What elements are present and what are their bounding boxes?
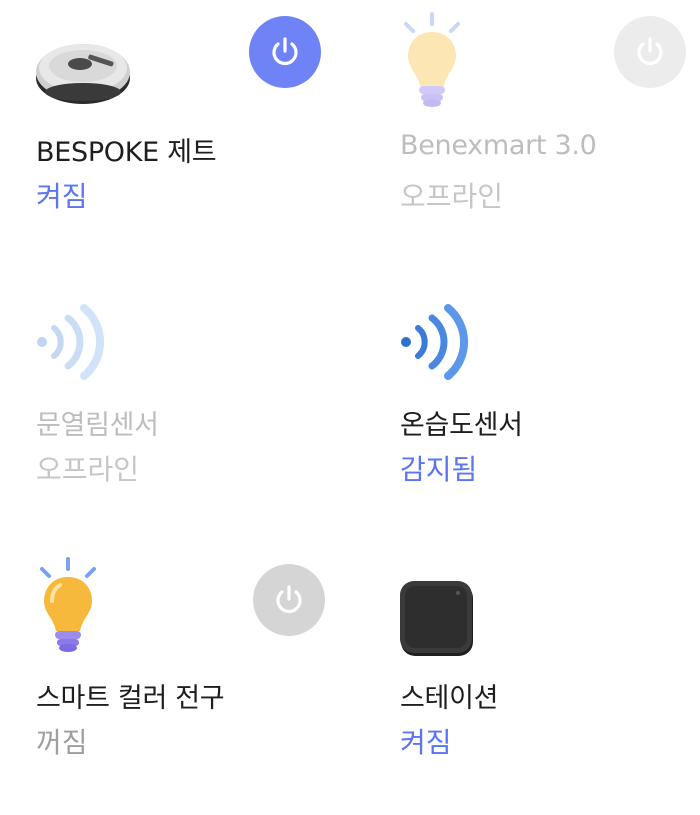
wireless-sensor-icon [401, 304, 468, 380]
device-card-smart-color-bulb[interactable]: 스마트 컬러 전구 꺼짐 [36, 557, 366, 815]
power-icon [276, 585, 302, 614]
power-button[interactable] [614, 16, 686, 88]
device-status: 감지됨 [400, 453, 478, 486]
robot-vacuum-icon [36, 44, 130, 104]
wireless-sensor-icon [37, 304, 104, 380]
device-status: 오프라인 [36, 453, 140, 486]
light-bulb-icon [40, 557, 96, 652]
power-button[interactable] [253, 564, 325, 636]
device-name: 스테이션 [400, 683, 499, 714]
light-bulb-icon [404, 12, 460, 107]
device-status: 켜짐 [36, 180, 88, 213]
power-icon [637, 37, 663, 66]
device-name: 온습도센서 [400, 410, 523, 441]
device-name: 문열림센서 [36, 410, 159, 441]
device-status: 켜짐 [400, 726, 452, 759]
power-icon [272, 37, 298, 66]
device-status: 오프라인 [400, 180, 504, 213]
device-card-benexmart[interactable]: Benexmart 3.0 오프라인 [400, 12, 700, 270]
device-card-station[interactable]: 스테이션 켜짐 [400, 565, 700, 815]
device-name: Benexmart 3.0 [400, 130, 597, 161]
station-hub-icon [400, 581, 473, 656]
device-card-door-sensor[interactable]: 문열림센서 오프라인 [36, 300, 366, 550]
device-card-temp-humidity-sensor[interactable]: 온습도센서 감지됨 [400, 300, 700, 550]
power-button[interactable] [249, 16, 321, 88]
device-card-bespoke-jet[interactable]: BESPOKE 제트 켜짐 [36, 16, 366, 270]
device-name: 스마트 컬러 전구 [36, 683, 225, 714]
device-name: BESPOKE 제트 [36, 137, 217, 168]
device-status: 꺼짐 [36, 726, 88, 759]
